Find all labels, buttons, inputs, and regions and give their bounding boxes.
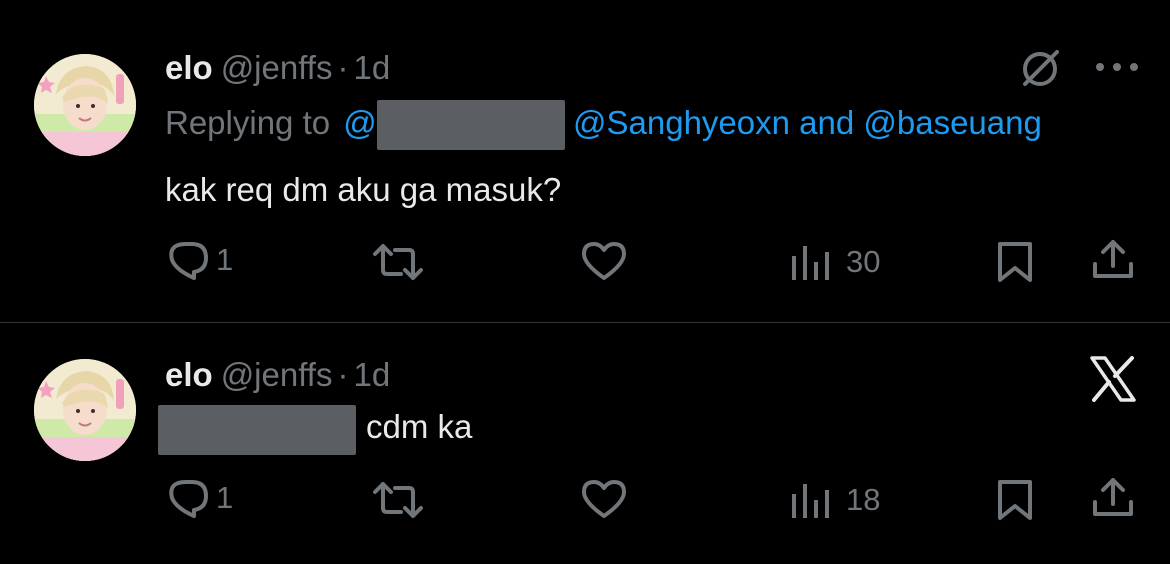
avatar[interactable] [34, 54, 136, 156]
bookmark-icon [996, 478, 1034, 522]
repost-icon [371, 242, 425, 282]
author-name[interactable]: elo [165, 356, 213, 393]
tweet-header: elo @jenffs · 1d [165, 48, 390, 88]
timestamp[interactable]: 1d [353, 356, 390, 393]
redacted-mention-fragment[interactable]: @ [343, 104, 377, 141]
reply-count: 1 [216, 480, 234, 515]
reply-icon [166, 240, 210, 280]
bookmark-action[interactable] [996, 478, 1034, 522]
author-handle[interactable]: @jenffs [221, 356, 333, 393]
like-action[interactable] [580, 478, 628, 520]
views-action[interactable]: 18 [788, 480, 880, 520]
views-count: 18 [846, 482, 881, 517]
views-icon [788, 480, 832, 520]
share-icon [1090, 238, 1136, 282]
bookmark-icon [996, 240, 1034, 284]
share-action[interactable] [1090, 476, 1136, 520]
x-logo-icon [1088, 356, 1138, 407]
tweet-text: cdm ka [366, 408, 473, 445]
tweet-header: elo @jenffs · 1d [165, 355, 390, 395]
repost-action[interactable] [371, 242, 425, 282]
grok-icon[interactable] [1018, 47, 1062, 96]
heart-icon [580, 478, 628, 520]
views-count: 30 [846, 244, 881, 279]
replying-to-label: Replying to [165, 104, 331, 141]
author-name[interactable]: elo [165, 49, 213, 86]
repost-icon [371, 480, 425, 520]
reply-mentions: @Sanghyeoxn and @baseuang [573, 103, 1042, 143]
views-action[interactable]: 30 [788, 242, 880, 282]
bookmark-action[interactable] [996, 240, 1034, 284]
share-action[interactable] [1090, 238, 1136, 282]
author-handle[interactable]: @jenffs [221, 49, 333, 86]
reply-count: 1 [216, 242, 234, 277]
repost-action[interactable] [371, 480, 425, 520]
replying-to-line: Replying to @ [165, 103, 377, 143]
tweet[interactable]: elo @jenffs · 1d Replying to @ @Sanghyeoxn … [0, 0, 1170, 322]
reply-action[interactable]: 1 [166, 478, 233, 518]
mention-links[interactable]: @Sanghyeoxn and @baseuang [573, 104, 1042, 141]
separator: · [337, 356, 349, 393]
more-icon[interactable] [1094, 55, 1140, 84]
separator: · [337, 49, 349, 86]
redacted-username-box [377, 100, 565, 150]
avatar[interactable] [34, 359, 136, 461]
timestamp[interactable]: 1d [353, 49, 390, 86]
share-icon [1090, 476, 1136, 520]
views-icon [788, 242, 832, 282]
heart-icon [580, 240, 628, 282]
tweet-text: kak req dm aku ga masuk? [165, 171, 562, 208]
reply-icon [166, 478, 210, 518]
redacted-mention-box [158, 405, 356, 455]
like-action[interactable] [580, 240, 628, 282]
reply-action[interactable]: 1 [166, 240, 233, 280]
